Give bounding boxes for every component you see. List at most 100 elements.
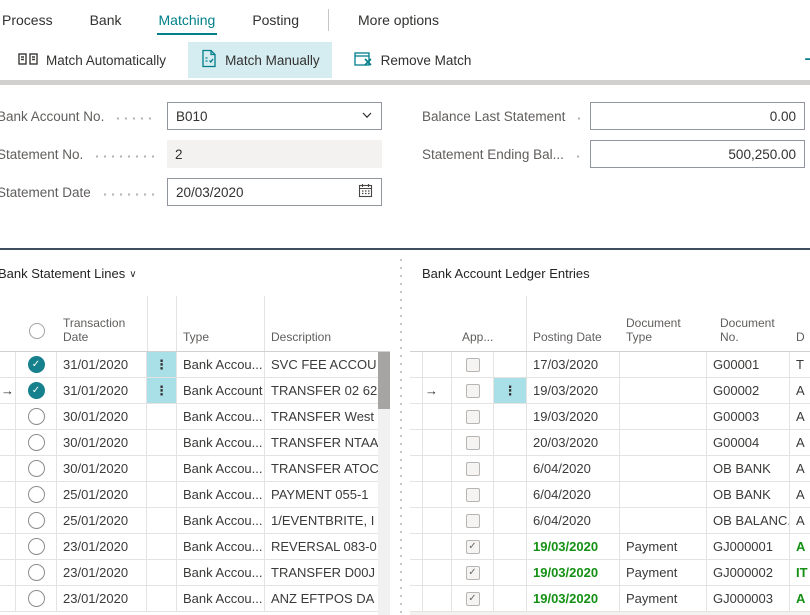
description-cell[interactable]: A	[790, 534, 810, 559]
posting-date-cell[interactable]: 19/03/2020	[527, 378, 620, 403]
document-no-cell[interactable]: OB BANK	[707, 456, 790, 481]
document-no-cell[interactable]: GJ000001	[707, 534, 790, 559]
posting-date-cell[interactable]: 20/03/2020	[527, 430, 620, 455]
document-no-cell[interactable]: OB BALANC...	[707, 508, 790, 533]
description-cell[interactable]: A	[790, 586, 810, 611]
ledger-entry-row[interactable]: → ✓ ⋮ 6/04/2020 OB BANK A	[410, 482, 810, 508]
statement-line-row[interactable]: → ✓ 23/01/2020 ⋮ Bank Accou... ANZ EFTPO…	[0, 586, 390, 612]
document-type-cell[interactable]: Payment	[620, 586, 707, 611]
applied-checkbox-cell[interactable]: ✓	[452, 456, 494, 481]
menu-item-matching[interactable]: Matching	[157, 6, 218, 35]
document-no-cell[interactable]: G00001	[707, 352, 790, 377]
applied-checkbox-cell[interactable]: ✓	[452, 482, 494, 507]
type-cell[interactable]: Bank Accou...	[177, 430, 265, 455]
posting-date-cell[interactable]: 17/03/2020	[527, 352, 620, 377]
caret-down-icon[interactable]: ∨	[129, 269, 136, 280]
description-cell[interactable]: REVERSAL 083-0	[265, 534, 390, 559]
type-cell[interactable]: Bank Accou...	[177, 508, 265, 533]
match-manually-button[interactable]: Match Manually	[188, 42, 332, 78]
document-no-cell[interactable]: G00004	[707, 430, 790, 455]
document-type-cell[interactable]	[620, 404, 707, 429]
col-posting-date[interactable]: Posting Date	[527, 296, 620, 351]
document-type-cell[interactable]: Payment	[620, 560, 707, 585]
select-all-radio[interactable]	[16, 296, 57, 351]
ledger-entry-row[interactable]: → ✓ ⋮ 20/03/2020 G00004 A	[410, 430, 810, 456]
col-document-type[interactable]: Document Type	[620, 296, 707, 351]
statement-line-row[interactable]: → ✓ 25/01/2020 ⋮ Bank Accou... PAYMENT 0…	[0, 482, 390, 508]
document-type-cell[interactable]	[620, 378, 707, 403]
row-menu-cell[interactable]: ⋮	[494, 404, 527, 429]
ledger-entry-row[interactable]: → ✓ ⋮ 19/03/2020 G00003 A	[410, 404, 810, 430]
applied-checkbox-cell[interactable]: ✓	[452, 534, 494, 559]
document-type-cell[interactable]: Payment	[620, 534, 707, 559]
applied-checkbox-cell[interactable]: ✓	[452, 378, 494, 403]
statement-line-row[interactable]: → ✓ 25/01/2020 ⋮ Bank Accou... 1/EVENTBR…	[0, 508, 390, 534]
description-cell[interactable]: TRANSFER NTAA	[265, 430, 390, 455]
match-automatically-button[interactable]: Match Automatically	[6, 42, 178, 78]
transaction-date-cell[interactable]: 30/01/2020	[57, 456, 147, 481]
row-menu-cell[interactable]: ⋮	[147, 482, 177, 507]
type-cell[interactable]: Bank Accou...	[177, 352, 265, 377]
description-cell[interactable]: TRANSFER West	[265, 404, 390, 429]
statement-line-row[interactable]: → ✓ 23/01/2020 ⋮ Bank Accou... REVERSAL …	[0, 534, 390, 560]
ledger-entry-row[interactable]: → ✓ ⋮ 17/03/2020 G00001 T	[410, 352, 810, 378]
type-cell[interactable]: Bank Accou...	[177, 482, 265, 507]
row-menu-cell[interactable]: ⋮	[494, 482, 527, 507]
applied-checkbox-cell[interactable]: ✓	[452, 560, 494, 585]
description-cell[interactable]: TRANSFER 02 62	[265, 378, 390, 403]
applied-checkbox-cell[interactable]: ✓	[452, 404, 494, 429]
description-cell[interactable]: A	[790, 404, 810, 429]
statement-line-row[interactable]: → ✓ 30/01/2020 ⋮ Bank Accou... TRANSFER …	[0, 456, 390, 482]
row-menu-cell[interactable]: ⋮	[494, 586, 527, 611]
row-menu-cell[interactable]: ⋮	[147, 456, 177, 481]
type-cell[interactable]: Bank Accou...	[177, 456, 265, 481]
applied-checkbox-cell[interactable]: ✓	[452, 508, 494, 533]
applied-checkbox-cell[interactable]: ✓	[452, 586, 494, 611]
document-no-cell[interactable]: OB BANK	[707, 482, 790, 507]
transaction-date-cell[interactable]: 23/01/2020	[57, 560, 147, 585]
row-menu-cell[interactable]: ⋮	[147, 586, 177, 611]
ledger-entry-row[interactable]: → ✓ ⋮ 19/03/2020 Payment GJ000002 IT	[410, 560, 810, 586]
document-type-cell[interactable]	[620, 430, 707, 455]
plus-button[interactable]: +	[796, 46, 810, 74]
col-description[interactable]: Description	[265, 296, 390, 351]
scrollbar-thumb[interactable]	[378, 352, 390, 409]
statement-line-row[interactable]: → ✓ 31/01/2020 ⋮ Bank Accou... SVC FEE A…	[0, 352, 390, 378]
row-menu-cell[interactable]: ⋮	[147, 534, 177, 559]
row-menu-cell[interactable]: ⋮	[147, 352, 177, 377]
description-cell[interactable]: A	[790, 482, 810, 507]
posting-date-cell[interactable]: 6/04/2020	[527, 508, 620, 533]
type-cell[interactable]: Bank Accou...	[177, 586, 265, 611]
bank-account-no-field[interactable]: B010	[167, 102, 382, 130]
row-menu-cell[interactable]: ⋮	[494, 352, 527, 377]
row-menu-cell[interactable]: ⋮	[147, 508, 177, 533]
description-cell[interactable]: PAYMENT 055-1	[265, 482, 390, 507]
col-transaction-date[interactable]: Transaction Date	[57, 296, 147, 351]
row-menu-cell[interactable]: ⋮	[147, 560, 177, 585]
posting-date-cell[interactable]: 19/03/2020	[527, 560, 620, 585]
description-cell[interactable]: 1/EVENTBRITE, I	[265, 508, 390, 533]
description-cell[interactable]: A	[790, 430, 810, 455]
menu-item-more-options[interactable]: More options	[356, 6, 441, 35]
ledger-entry-row[interactable]: → ✓ ⋮ 19/03/2020 Payment GJ000001 A	[410, 534, 810, 560]
document-type-cell[interactable]	[620, 508, 707, 533]
calendar-icon[interactable]	[358, 183, 373, 201]
statement-line-row[interactable]: → ✓ 23/01/2020 ⋮ Bank Accou... TRANSFER …	[0, 560, 390, 586]
document-type-cell[interactable]	[620, 352, 707, 377]
description-cell[interactable]: A	[790, 508, 810, 533]
document-type-cell[interactable]	[620, 456, 707, 481]
row-select-radio[interactable]: ✓	[16, 586, 57, 611]
row-select-radio[interactable]: ✓	[16, 404, 57, 429]
row-menu-cell[interactable]: ⋮	[494, 430, 527, 455]
row-menu-cell[interactable]: ⋮	[147, 430, 177, 455]
row-select-radio[interactable]: ✓	[16, 352, 57, 377]
description-cell[interactable]: TRANSFER ATOC	[265, 456, 390, 481]
document-no-cell[interactable]: GJ000003	[707, 586, 790, 611]
col-document-no[interactable]: Document No.	[707, 296, 790, 351]
row-select-radio[interactable]: ✓	[16, 430, 57, 455]
row-menu-cell[interactable]: ⋮	[147, 404, 177, 429]
ledger-entry-row[interactable]: → ✓ ⋮ 6/04/2020 OB BANK A	[410, 456, 810, 482]
row-menu-cell[interactable]: ⋮	[494, 456, 527, 481]
transaction-date-cell[interactable]: 23/01/2020	[57, 534, 147, 559]
type-cell[interactable]: Bank Accou...	[177, 534, 265, 559]
